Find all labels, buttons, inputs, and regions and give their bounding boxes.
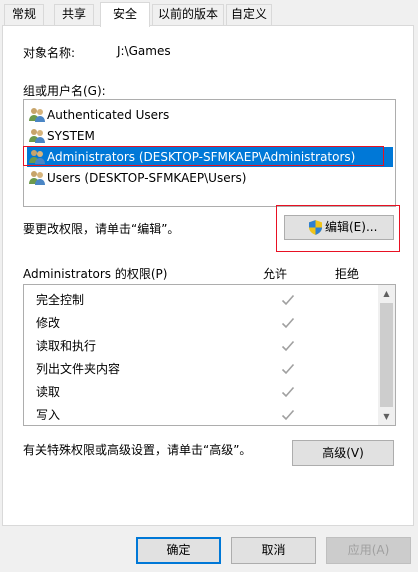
permission-name: 写入 [36, 408, 61, 422]
list-item-system[interactable]: SYSTEM [27, 126, 393, 146]
users-icon [29, 171, 45, 185]
ok-button[interactable]: 确定 [136, 537, 221, 564]
permission-row-read: 读取 [36, 381, 376, 403]
users-icon [29, 108, 45, 122]
apply-button[interactable]: 应用(A) [326, 537, 411, 564]
list-item-users[interactable]: Users (DESKTOP-SFMKAEP\Users) [27, 168, 393, 188]
users-icon [29, 129, 45, 143]
permission-row-list-folder: 列出文件夹内容 [36, 358, 376, 380]
permission-name: 列出文件夹内容 [36, 362, 121, 376]
groups-label: 组或用户名(G): [23, 84, 106, 98]
check-icon [281, 363, 295, 375]
tab-general[interactable]: 常规 [4, 4, 44, 25]
cancel-button-label: 取消 [261, 543, 286, 557]
scroll-down-icon[interactable]: ▼ [378, 408, 395, 425]
permission-name: 读取和执行 [36, 339, 97, 353]
permission-name: 完全控制 [36, 293, 85, 307]
list-item-authenticated-users[interactable]: Authenticated Users [27, 105, 393, 125]
object-name-label: 对象名称: [23, 46, 76, 60]
deny-header: 拒绝 [335, 267, 360, 281]
security-panel: 对象名称: J:\Games 组或用户名(G): Authenticated U… [2, 25, 414, 526]
scroll-thumb[interactable] [380, 303, 393, 407]
list-item-label: Users (DESKTOP-SFMKAEP\Users) [47, 171, 247, 185]
permissions-scrollbar[interactable]: ▲ ▼ [378, 285, 395, 425]
check-icon [281, 340, 295, 352]
apply-button-label: 应用(A) [347, 543, 390, 557]
permission-row-full-control: 完全控制 [36, 289, 376, 311]
list-item-label: Authenticated Users [47, 108, 170, 122]
edit-button[interactable]: 编辑(E)... [284, 215, 394, 240]
edit-button-label: 编辑(E)... [325, 220, 378, 234]
advanced-hint: 有关特殊权限或高级设置，请单击“高级”。 [23, 443, 252, 457]
check-icon [281, 294, 295, 306]
check-icon [281, 317, 295, 329]
cancel-button[interactable]: 取消 [231, 537, 316, 564]
list-item-label: Administrators (DESKTOP-SFMKAEP\Administ… [47, 150, 356, 164]
check-icon [281, 386, 295, 398]
users-icon [29, 150, 45, 164]
tab-sharing[interactable]: 共享 [54, 4, 94, 25]
permissions-list[interactable]: 完全控制 修改 读取和执行 列出文件夹内容 读取 写入 ▲ ▼ [23, 284, 396, 426]
list-item-administrators[interactable]: Administrators (DESKTOP-SFMKAEP\Administ… [27, 147, 393, 167]
permission-row-modify: 修改 [36, 312, 376, 334]
permission-name: 修改 [36, 316, 61, 330]
scroll-up-icon[interactable]: ▲ [378, 285, 395, 302]
permission-name: 读取 [36, 385, 61, 399]
tab-security[interactable]: 安全 [100, 2, 150, 27]
shield-icon [309, 220, 322, 235]
group-user-list[interactable]: Authenticated Users SYSTEM Administrator… [23, 99, 396, 207]
advanced-button[interactable]: 高级(V) [292, 440, 394, 466]
permissions-title: Administrators 的权限(P) [23, 267, 168, 281]
permission-row-write: 写入 [36, 404, 376, 426]
allow-header: 允许 [263, 267, 288, 281]
ok-button-label: 确定 [166, 543, 191, 557]
change-permissions-hint: 要更改权限，请单击“编辑”。 [23, 222, 180, 236]
advanced-button-label: 高级(V) [322, 446, 364, 460]
tab-customize[interactable]: 自定义 [226, 4, 272, 25]
tab-previous-versions[interactable]: 以前的版本 [152, 4, 224, 25]
permission-row-read-execute: 读取和执行 [36, 335, 376, 357]
list-item-label: SYSTEM [47, 129, 95, 143]
check-icon [281, 409, 295, 421]
object-name-value: J:\Games [117, 44, 171, 58]
